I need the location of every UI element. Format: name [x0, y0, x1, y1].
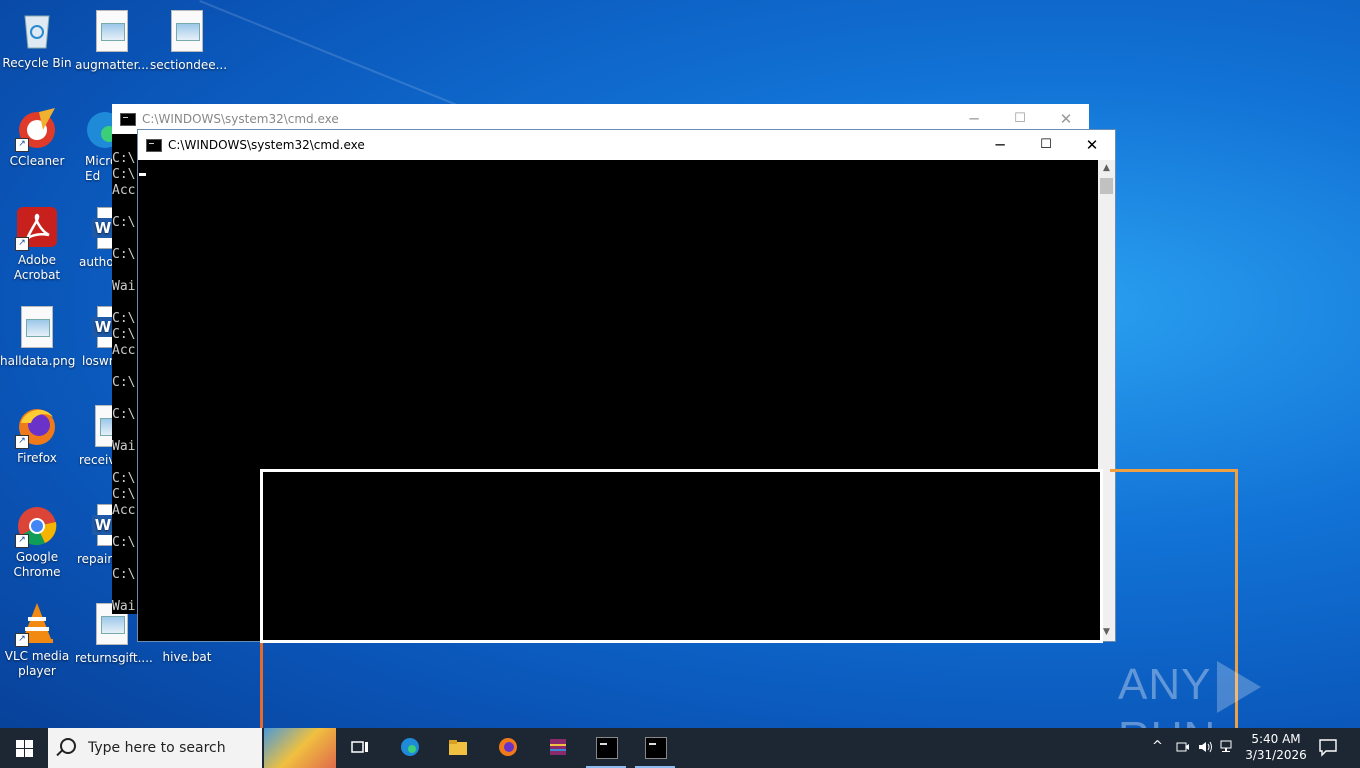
network-icon[interactable]: [1220, 740, 1236, 754]
shortcut-arrow-icon: ↗: [15, 237, 29, 251]
windows-logo-icon: [16, 740, 24, 748]
desktop-icon-adobe-acrobat[interactable]: ↗ Adobe Acrobat: [0, 205, 74, 283]
selection-outline-white: [260, 469, 1103, 643]
taskbar-clock[interactable]: 5:40 AM 3/31/2026: [1238, 731, 1314, 763]
system-tray: ^: [1148, 728, 1238, 768]
word-document-icon: W: [75, 306, 115, 350]
folder-icon: [449, 740, 467, 755]
cmd-app-icon: [146, 139, 162, 152]
window-title: C:\WINDOWS\system32\cmd.exe: [142, 112, 339, 126]
desktop-icon-repairb[interactable]: W repairb: [75, 502, 115, 567]
meet-now-icon[interactable]: [1176, 740, 1190, 754]
desktop-icon-receiv[interactable]: receiv: [75, 403, 115, 468]
ccleaner-icon: ↗: [15, 106, 59, 152]
cmd-icon: [645, 737, 667, 759]
shortcut-arrow-icon: ↗: [15, 138, 29, 152]
clock-time: 5:40 AM: [1251, 732, 1301, 746]
desktop-icon-ccleaner[interactable]: ↗ CCleaner: [0, 106, 74, 169]
task-view-icon: [351, 741, 368, 753]
notification-icon: [1319, 739, 1337, 757]
edge-icon: [75, 106, 115, 150]
maximize-button[interactable]: ☐: [1023, 130, 1069, 160]
edge-icon: [401, 738, 419, 756]
acrobat-icon: ↗: [15, 205, 59, 251]
image-file-icon: [165, 10, 209, 54]
desktop-icon-recycle-bin[interactable]: Recycle Bin: [0, 8, 74, 71]
scroll-thumb[interactable]: [1100, 178, 1113, 194]
task-view-button[interactable]: [336, 728, 384, 768]
scroll-up-icon[interactable]: ▲: [1098, 160, 1115, 177]
taskbar-file-explorer[interactable]: [434, 728, 482, 768]
taskbar-puzzle-app[interactable]: [264, 728, 336, 768]
shortcut-arrow-icon: ↗: [15, 633, 29, 647]
minimize-button[interactable]: ─: [977, 130, 1023, 160]
taskbar-cmd-1[interactable]: [582, 728, 630, 768]
search-placeholder: Type here to search: [88, 740, 226, 756]
chrome-icon: ↗: [15, 502, 59, 548]
taskbar-firefox[interactable]: [484, 728, 532, 768]
shortcut-arrow-icon: ↗: [15, 435, 29, 449]
desktop-icon-vlc[interactable]: ↗ VLC media player: [0, 601, 74, 679]
word-document-icon: W: [75, 207, 115, 251]
image-file-icon: [15, 306, 59, 350]
taskbar-search-box[interactable]: Type here to search: [48, 728, 262, 768]
desktop-icon-augmatter[interactable]: augmatter...: [75, 8, 149, 73]
search-icon: [60, 738, 76, 754]
desktop-icon-hive-bat[interactable]: hive.bat: [150, 650, 224, 665]
image-file-icon: [90, 10, 134, 54]
word-document-icon: W: [75, 504, 115, 548]
desktop: Recycle Bin ↗ CCleaner ↗ Adobe Acrobat h…: [0, 0, 1360, 762]
window-title: C:\WINDOWS\system32\cmd.exe: [168, 138, 365, 152]
desktop-icon-firefox[interactable]: ↗ Firefox: [0, 403, 74, 466]
chevron-up-icon[interactable]: ^: [1152, 739, 1163, 754]
desktop-icon-loswr[interactable]: W loswr: [75, 304, 115, 369]
clock-date: 3/31/2026: [1245, 748, 1307, 762]
cmd-app-icon: [120, 113, 136, 126]
recycle-bin-icon: [15, 8, 59, 52]
selection-edge-orange: [260, 640, 263, 728]
shortcut-arrow-icon: ↗: [15, 534, 29, 548]
taskbar-cmd-2[interactable]: [631, 728, 679, 768]
desktop-icon-halldata[interactable]: halldata.png: [0, 304, 75, 369]
start-button[interactable]: [0, 728, 48, 768]
desktop-icon-google-chrome[interactable]: ↗ Google Chrome: [0, 502, 74, 580]
play-logo-icon: [1217, 661, 1262, 714]
taskbar-edge[interactable]: [386, 728, 434, 768]
console-output: C:\ C:\ Acc C:\ C:\ Wai C:\ C:\ Acc C:\ …: [112, 151, 136, 614]
title-bar[interactable]: C:\WINDOWS\system32\cmd.exe ─ ☐ ✕: [138, 130, 1115, 160]
desktop-icon-author[interactable]: W author: [75, 205, 115, 270]
desktop-icon-microsoft-edge[interactable]: Micro Ed: [75, 106, 115, 184]
desktop-icon-sectiondee[interactable]: sectiondee...: [150, 8, 227, 73]
cmd-icon: [596, 737, 618, 759]
taskbar: Type here to search ^ 5:40 AM 3/31/2026: [0, 728, 1360, 768]
firefox-icon: ↗: [15, 403, 59, 449]
close-button[interactable]: ✕: [1069, 130, 1115, 160]
notifications-button[interactable]: [1306, 728, 1350, 768]
taskbar-winrar[interactable]: [534, 728, 582, 768]
vlc-cone-icon: ↗: [15, 601, 59, 647]
volume-icon[interactable]: [1198, 740, 1214, 754]
text-cursor: [139, 173, 146, 176]
image-file-icon: [75, 405, 115, 449]
firefox-icon: [499, 738, 517, 756]
winrar-icon: [550, 739, 566, 755]
